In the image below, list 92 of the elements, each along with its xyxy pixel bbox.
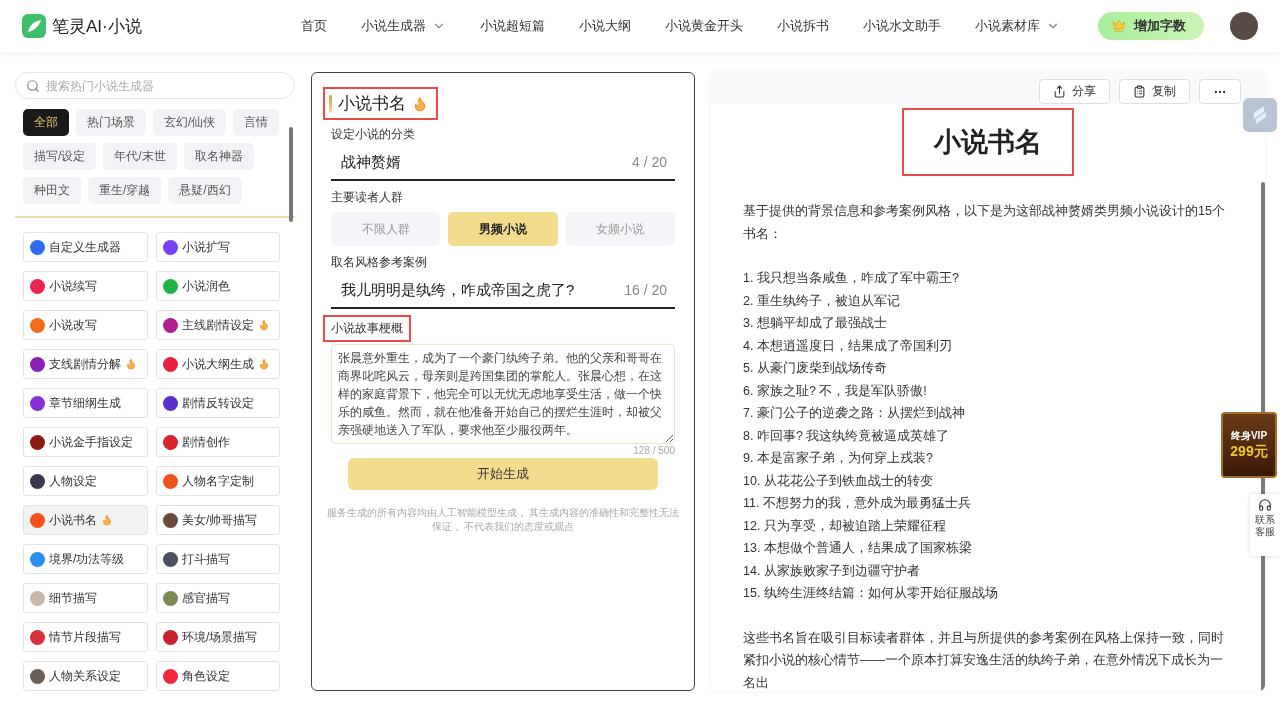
vip-badge[interactable]: 终身VIP 299元 [1221, 412, 1277, 478]
field-label: 取名风格参考案例 [331, 254, 428, 271]
generator-item[interactable]: 小说扩写 [156, 232, 280, 262]
category-tab[interactable]: 重生/穿越 [88, 177, 162, 204]
field-label: 小说故事梗概 [325, 317, 409, 340]
intro-text: 基于提供的背景信息和参考案例风格，以下是为这部战神赘婿类男频小说设计的15个书名： [743, 203, 1226, 243]
title-suggestion: 8. 咋回事? 我这纨绔竟被逼成英雄了 [743, 427, 951, 445]
nav-link[interactable]: 小说水文助手 [846, 17, 958, 35]
field-label: 主要读者人群 [331, 189, 404, 206]
nav-link[interactable]: 小说生成器 [344, 17, 463, 35]
category-tab[interactable]: 全部 [23, 109, 69, 136]
category-field[interactable]: 战神赘婿 [339, 152, 632, 172]
form-heading: 小说书名 [325, 89, 436, 118]
title-suggestion: 1. 我只想当条咸鱼，咋成了军中霸王? [743, 270, 960, 287]
title-suggestion: 5. 从豪门废柴到战场传奇 [743, 360, 888, 377]
character-count: 128 / 500 [633, 445, 675, 456]
synopsis-field[interactable]: 张晨意外重生，成为了一个豪门纨绔子弟。他的父亲和哥哥在商界叱咤风云，母亲则是跨国集团的掌舵人。张晨心想，在这样的家庭背景下，他完全可以无忧无虑地享受生活，做一个快乐的咸鱼。然而，就在他准备开始自己的摆烂生涯时，却被父亲强硬地送入了军队，要求他至少服役两年。 [331, 344, 675, 444]
generator-item[interactable]: 情节片段描写 [23, 622, 148, 652]
generator-item[interactable]: 支线剧情分解 [23, 349, 148, 379]
user-avatar[interactable] [1230, 12, 1258, 40]
generator-item[interactable]: 小说金手指设定 [23, 427, 148, 457]
generator-item[interactable]: 细节描写 [23, 583, 148, 613]
title-suggestion: 13. 本想做个普通人，结果成了国家栋梁 [743, 540, 973, 557]
generator-item[interactable]: 小说润色 [156, 271, 280, 301]
category-tab[interactable]: 悬疑/西幻 [168, 177, 242, 204]
search-field[interactable]: 搜索热门小说生成器 [44, 77, 284, 94]
title-suggestion: 12. 只为享受，却被迫踏上荣耀征程 [743, 517, 947, 535]
title-suggestion: 11. 不想努力的我，意外成为最勇猛士兵 [743, 495, 972, 512]
nav-link[interactable]: 小说黄金开头 [648, 17, 760, 35]
search-icon [26, 78, 40, 93]
title-suggestion: 15. 纨绔生涯终结篇：如何从零开始征服战场 [743, 585, 999, 602]
generator-item[interactable]: 自定义生成器 [23, 232, 148, 262]
generator-item[interactable]: 剧情反转设定 [156, 388, 280, 418]
category-tab[interactable]: 热门场景 [76, 109, 146, 136]
nav-link[interactable]: 小说素材库 [958, 17, 1077, 35]
generator-item[interactable]: 角色设定 [156, 661, 280, 691]
generator-item[interactable]: 小说续写 [23, 271, 148, 301]
field-label: 设定小说的分类 [331, 126, 416, 143]
title-suggestion: 9. 本是富家子弟，为何穿上戎装? [743, 450, 934, 467]
generator-item[interactable]: 人物关系设定 [23, 661, 148, 691]
headset-icon [1258, 498, 1272, 512]
title-suggestion: 10. 从花花公子到铁血战士的转变 [743, 472, 934, 490]
share-icon [1053, 85, 1066, 98]
title-suggestion: 3. 想躺平却成了最强战士 [743, 315, 888, 332]
add-words-button[interactable]: 增加字数 [1098, 12, 1204, 40]
title-suggestion: 2. 重生纨绔子，被迫从军记 [743, 292, 901, 310]
generator-item[interactable]: 小说书名 [23, 505, 148, 535]
category-tab[interactable]: 描写/设定 [23, 143, 97, 170]
audience-option[interactable]: 男频小说 [448, 212, 558, 246]
crown-icon [1112, 19, 1126, 33]
contact-button[interactable]: 联系客服 [1250, 494, 1280, 556]
title-suggestion: 4. 本想逍遥度日，结果成了帝国利刃 [743, 337, 953, 355]
copy-button[interactable]: 复制 [1119, 79, 1190, 104]
generator-item[interactable]: 小说大纲生成 [156, 349, 280, 379]
nav-link[interactable]: 首页 [284, 17, 344, 35]
title-suggestion: 14. 从家族败家子到边疆守护者 [743, 562, 921, 580]
generator-item[interactable]: 人物名字定制 [156, 466, 280, 496]
character-count: 4 / 20 [631, 154, 667, 170]
share-button[interactable]: 分享 [1039, 79, 1110, 104]
title-suggestion: 7. 豪门公子的逆袭之路：从摆烂到战神 [743, 405, 966, 422]
generator-item[interactable]: 环境/场景描写 [156, 622, 280, 652]
nav-link[interactable]: 小说超短篇 [463, 17, 562, 35]
character-count: 16 / 20 [624, 282, 667, 298]
category-tab[interactable]: 言情 [233, 109, 280, 136]
summary-text: 这些书名旨在吸引目标读者群体，并且与所提供的参考案例在风格上保持一致，同时紧扣小说的核心情节——一个原本打算安逸生活的纨绔子弟，在意外情况下成长为一名出 [743, 629, 1225, 691]
result-title: 小说书名 [904, 110, 1072, 174]
generator-item[interactable]: 剧情创作 [156, 427, 280, 457]
scrollbar[interactable] [289, 127, 293, 222]
generator-item[interactable]: 境界/功法等级 [23, 544, 148, 574]
title-suggestion: 6. 家族之耻? 不，我是军队骄傲! [743, 382, 928, 400]
generator-item[interactable]: 主线剧情设定 [156, 310, 280, 340]
category-tab[interactable]: 种田文 [23, 177, 81, 204]
generator-item[interactable]: 人物设定 [23, 466, 148, 496]
disclaimer-text: 服务生成的所有内容均由人工智能模型生成， 其生成内容的准确性和完整性无法保证， 不代表我们的态度或观点 [325, 506, 681, 534]
flame-icon [412, 95, 428, 112]
nav-link[interactable]: 小说拆书 [760, 17, 846, 35]
generator-item[interactable]: 章节细纲生成 [23, 388, 148, 418]
leaf-logo-icon [22, 14, 46, 38]
generate-button[interactable]: 开始生成 [348, 458, 658, 490]
generator-item[interactable]: 美女/帅哥描写 [156, 505, 280, 535]
reference-field[interactable]: 我儿明明是纨绔，咋成帝国之虎了? [339, 280, 625, 300]
floating-app-icon[interactable] [1243, 98, 1277, 132]
generator-item[interactable]: 感官描写 [156, 583, 280, 613]
category-tab[interactable]: 玄幻/仙侠 [153, 109, 227, 136]
copy-icon [1133, 85, 1146, 98]
more-button[interactable] [1199, 79, 1241, 104]
category-tab[interactable]: 取名神器 [183, 143, 254, 170]
nav-link[interactable]: 小说大纲 [562, 17, 648, 35]
generator-item[interactable]: 打斗描写 [156, 544, 280, 574]
category-tab[interactable]: 年代/末世 [103, 143, 177, 170]
generator-item[interactable]: 小说改写 [23, 310, 148, 340]
brand-name: 笔灵AI·小说 [52, 15, 142, 38]
